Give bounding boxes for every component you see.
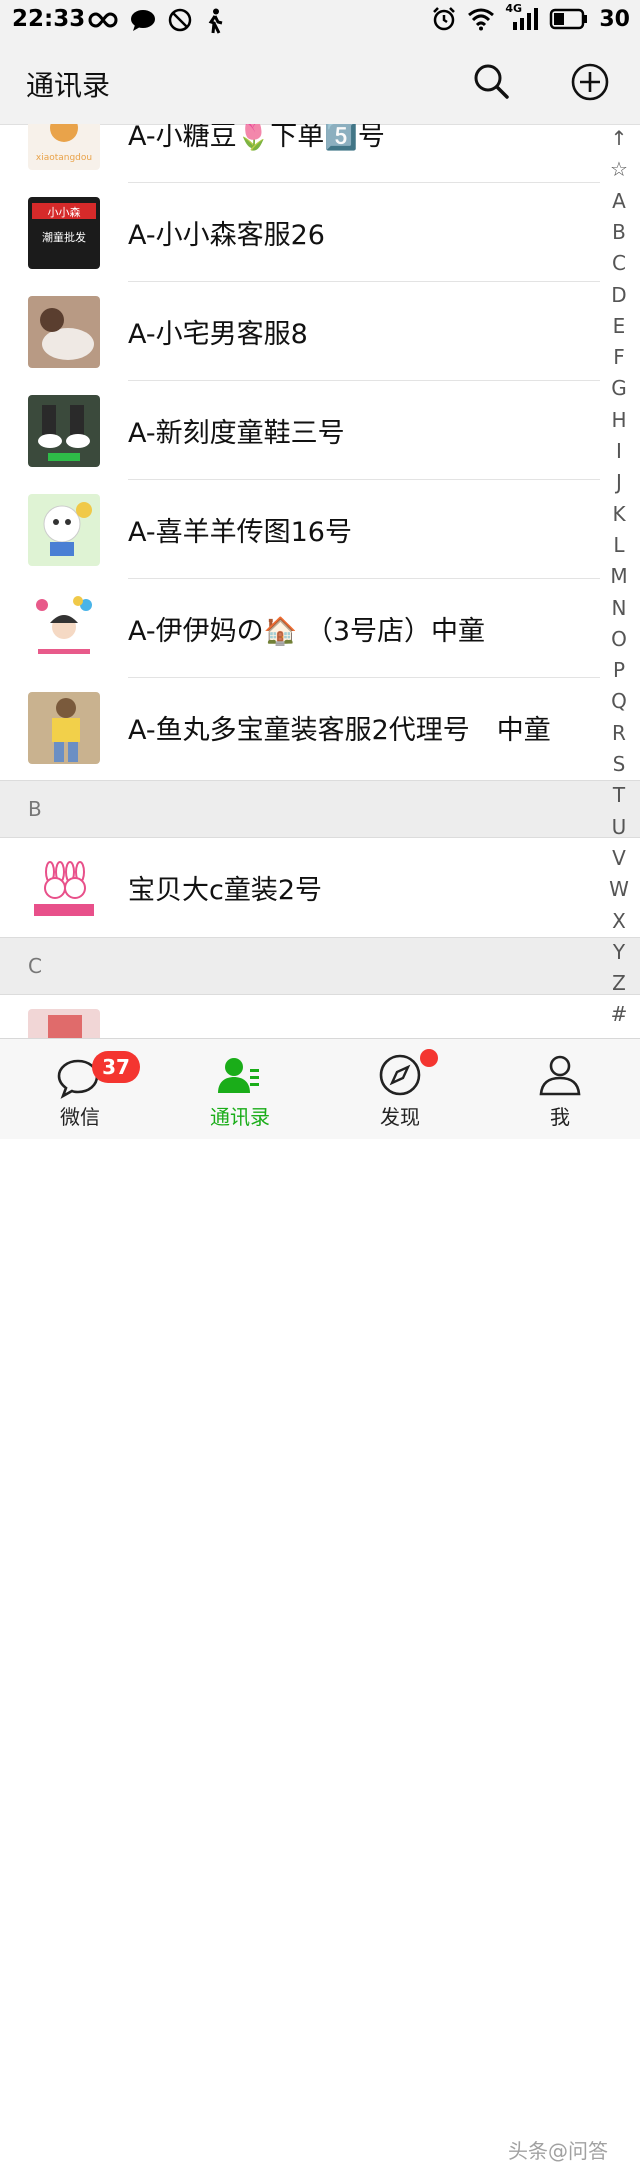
wifi-icon xyxy=(468,8,495,31)
contact-name: A-小糖豆🌷下单5️⃣号 xyxy=(128,124,385,152)
index-letter[interactable]: I xyxy=(608,439,630,463)
tab-label: 通讯录 xyxy=(210,1105,270,1129)
message-icon xyxy=(131,10,155,31)
status-right-icons: 4G 30 xyxy=(431,2,630,32)
compass-icon xyxy=(379,1054,421,1096)
section-letter: B xyxy=(28,797,42,821)
contact-row[interactable]: A-小宅男客服8 xyxy=(0,282,600,381)
index-letter[interactable]: A xyxy=(608,189,630,213)
contact-avatar xyxy=(28,692,100,764)
index-letter[interactable]: J xyxy=(608,470,630,494)
battery-level: 30 xyxy=(599,6,630,32)
contact-row[interactable]: A-鱼丸多宝童装客服2代理号 中童 xyxy=(0,678,600,777)
do-not-disturb-icon xyxy=(168,8,192,32)
contact-avatar: 小小森 潮童批发 xyxy=(28,197,100,269)
header: 通讯录 xyxy=(0,40,640,125)
contact-name: A-伊伊妈の🏠 （3号店）中童 xyxy=(128,616,485,647)
contact-row[interactable]: C xyxy=(0,995,600,1038)
contacts-icon xyxy=(218,1058,259,1093)
svg-text:xiaotangdou: xiaotangdou xyxy=(36,153,92,163)
index-letter[interactable]: # xyxy=(608,1002,630,1026)
alarm-icon xyxy=(433,7,456,31)
index-letter[interactable]: D xyxy=(608,283,630,307)
page-title: 通讯录 xyxy=(26,69,111,102)
contact-avatar xyxy=(28,395,100,467)
index-letter[interactable]: Z xyxy=(608,971,630,995)
index-letter[interactable]: K xyxy=(608,502,630,526)
watermark: 头条@问答 xyxy=(508,2139,608,2163)
status-left-icons xyxy=(88,8,226,34)
index-letter[interactable]: ☆ xyxy=(608,157,630,181)
alphabet-index[interactable]: ↑ ☆ A B C D E F G H I J K L M N O P Q R S T U V W X Y Z # xyxy=(600,124,640,1038)
index-letter[interactable]: H xyxy=(608,408,630,432)
index-letter[interactable]: U xyxy=(608,815,630,839)
index-letter[interactable]: E xyxy=(608,314,630,338)
contact-avatar xyxy=(28,296,100,368)
contact-row[interactable]: A-伊伊妈の🏠 （3号店）中童 xyxy=(0,579,600,678)
section-header-c: C xyxy=(0,937,640,995)
contact-row[interactable]: A-喜羊羊传图16号 xyxy=(0,480,600,579)
contact-row[interactable]: A-新刻度童鞋三号 xyxy=(0,381,600,480)
contact-name: 宝贝大c童装2号 xyxy=(128,875,323,906)
index-letter[interactable]: L xyxy=(608,533,630,557)
index-letter[interactable]: S xyxy=(608,752,630,776)
contact-name: A-小小森客服26 xyxy=(128,220,325,251)
index-letter[interactable]: G xyxy=(608,376,630,400)
index-letter[interactable]: M xyxy=(608,564,630,588)
plus-circle-icon[interactable] xyxy=(570,62,610,102)
tab-contacts[interactable]: 通讯录 xyxy=(160,1039,320,1139)
index-letter[interactable]: O xyxy=(608,627,630,651)
notification-dot xyxy=(420,1049,438,1067)
walking-icon xyxy=(208,8,223,34)
index-letter[interactable]: P xyxy=(608,658,630,682)
contact-avatar xyxy=(28,494,100,566)
index-letter[interactable]: T xyxy=(608,783,630,807)
contact-row[interactable]: 小小森潮童批发 A-小小森客服26 xyxy=(0,183,600,282)
index-letter[interactable]: B xyxy=(608,220,630,244)
contact-list[interactable]: xiaotangdou A-小糖豆🌷下单5️⃣号 小小森潮童批发 A-小小森客服… xyxy=(0,124,640,1038)
svg-text:小小森: 小小森 xyxy=(48,205,81,219)
contact-name: A-鱼丸多宝童装客服2代理号 中童 xyxy=(128,715,551,746)
svg-text:潮童批发: 潮童批发 xyxy=(42,230,86,244)
unread-badge: 37 xyxy=(92,1051,140,1083)
tab-me[interactable]: 我 xyxy=(480,1039,640,1139)
tab-label: 微信 xyxy=(60,1105,100,1129)
index-letter[interactable]: Q xyxy=(608,689,630,713)
contact-avatar: xiaotangdou xyxy=(28,124,100,170)
contact-row[interactable]: xiaotangdou A-小糖豆🌷下单5️⃣号 xyxy=(0,124,600,183)
bottom-tab-bar: 37 微信 通讯录 发现 我 头条@问答 xyxy=(0,1038,640,2163)
contact-avatar xyxy=(28,593,100,665)
contact-avatar xyxy=(28,1009,100,1038)
infinity-icon xyxy=(88,12,118,28)
index-letter[interactable]: W xyxy=(608,877,630,901)
index-letter[interactable]: R xyxy=(608,721,630,745)
index-letter[interactable]: Y xyxy=(608,940,630,964)
section-letter: C xyxy=(28,954,42,978)
index-letter[interactable]: ↑ xyxy=(608,126,630,150)
contact-name: A-新刻度童鞋三号 xyxy=(128,418,345,449)
signal-icon: 4G xyxy=(505,2,539,32)
search-icon[interactable] xyxy=(472,62,510,100)
status-bar: 22:33 4G 30 xyxy=(0,0,640,40)
index-letter[interactable]: X xyxy=(608,909,630,933)
index-letter[interactable]: N xyxy=(608,596,630,620)
index-letter[interactable]: F xyxy=(608,345,630,369)
status-time: 22:33 xyxy=(12,6,86,32)
tab-label: 发现 xyxy=(380,1105,420,1129)
tab-label: 我 xyxy=(550,1105,570,1129)
battery-icon xyxy=(550,8,588,30)
contact-name: A-小宅男客服8 xyxy=(128,319,308,350)
index-letter[interactable]: V xyxy=(608,846,630,870)
contact-row[interactable]: 宝贝大c童装2号 xyxy=(0,838,600,937)
contact-name: A-喜羊羊传图16号 xyxy=(128,517,352,548)
contact-avatar xyxy=(28,852,100,924)
index-letter[interactable]: C xyxy=(608,251,630,275)
section-header-b: B xyxy=(0,780,640,838)
tab-discover[interactable]: 发现 xyxy=(320,1039,480,1139)
tab-chats[interactable]: 37 微信 xyxy=(0,1039,160,1139)
person-icon xyxy=(539,1055,581,1096)
